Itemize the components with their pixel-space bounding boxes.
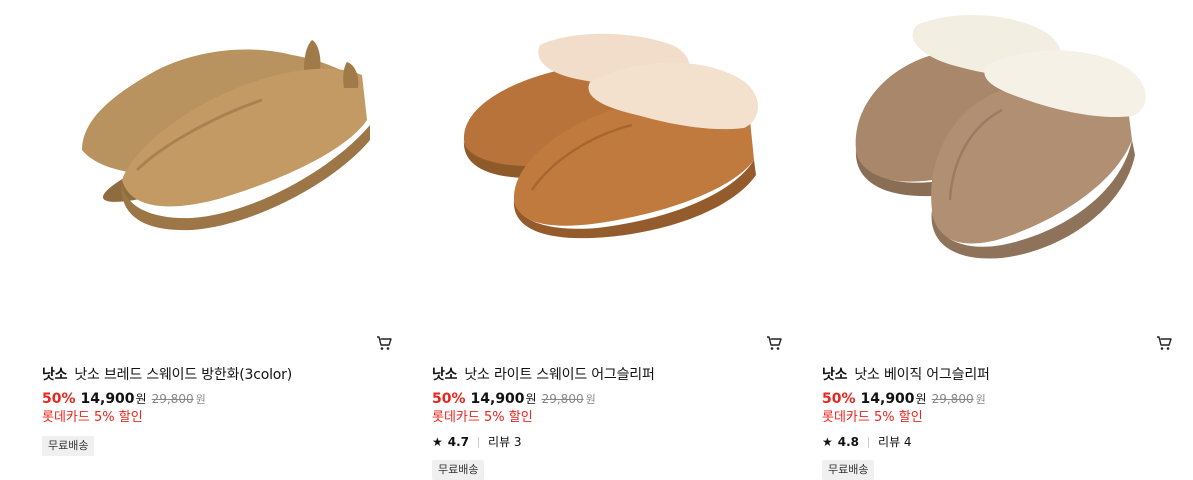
rating-score: 4.7 [447,435,470,449]
star-icon: ★ [432,435,443,449]
fur-slipper-image [855,14,1146,259]
card-discount: 롯데카드 5% 할인 [432,410,533,425]
product-brand: 낫소 [42,367,68,383]
product-image[interactable] [42,0,394,330]
product-info: 낫소 낫소 베이직 어그슬리퍼 50% 14,900원 29,800 원 롯데카드 5%… [822,364,1174,480]
divider [478,436,480,448]
product-name: 낫소 브레드 스웨이드 방한화(3color) [74,367,292,383]
add-to-cart-button[interactable] [1154,333,1174,353]
original-price-unit: 원 [195,393,206,406]
star-icon: ★ [822,435,833,449]
product-title[interactable]: 낫소 낫소 베이직 어그슬리퍼 [822,364,1174,386]
original-price: 29,800 [541,392,584,406]
cart-icon [1157,336,1172,350]
original-price-unit: 원 [975,393,986,406]
price-unit: 원 [915,392,927,406]
add-to-cart-button[interactable] [764,333,784,353]
product-card[interactable]: 낫소 낫소 라이트 스웨이드 어그슬리퍼 50% 14,900원 29,800 원 롯데… [432,0,784,480]
review-count: 리뷰 3 [488,435,522,449]
price-row: 50% 14,900원 29,800 원 [42,388,394,408]
product-name: 낫소 라이트 스웨이드 어그슬리퍼 [464,367,655,383]
price-row: 50% 14,900원 29,800 원 [432,388,784,408]
review-count: 리뷰 4 [878,435,912,449]
free-shipping-badge: 무료배송 [42,436,95,456]
discount-rate: 50% [432,391,466,407]
fur-slipper-image [463,33,758,239]
divider [868,436,870,448]
card-discount: 롯데카드 5% 할인 [822,410,923,425]
review-summary[interactable]: ★ 4.8 리뷰 4 [822,433,1174,451]
add-to-cart-button[interactable] [374,333,394,353]
cart-icon [377,336,392,350]
product-brand: 낫소 [432,367,458,383]
sale-price: 14,900 [860,391,915,407]
product-name: 낫소 베이직 어그슬리퍼 [854,367,990,383]
sale-price: 14,900 [80,391,135,407]
discount-rate: 50% [42,391,76,407]
review-summary[interactable]: ★ 4.7 리뷰 3 [432,433,784,451]
product-card[interactable]: 낫소 낫소 베이직 어그슬리퍼 50% 14,900원 29,800 원 롯데카드 5%… [822,0,1174,480]
rating-score: 4.8 [837,435,860,449]
product-info: 낫소 낫소 브레드 스웨이드 방한화(3color) 50% 14,900원 29,8… [42,364,394,456]
original-price: 29,800 [151,392,194,406]
product-info: 낫소 낫소 라이트 스웨이드 어그슬리퍼 50% 14,900원 29,800 원 롯데… [432,364,784,480]
product-title[interactable]: 낫소 낫소 브레드 스웨이드 방한화(3color) [42,364,394,386]
product-card[interactable]: 낫소 낫소 브레드 스웨이드 방한화(3color) 50% 14,900원 29,8… [42,0,394,477]
product-image[interactable] [432,0,784,330]
original-price-unit: 원 [585,393,596,406]
original-price: 29,800 [931,392,974,406]
price-unit: 원 [135,392,147,406]
product-title[interactable]: 낫소 낫소 라이트 스웨이드 어그슬리퍼 [432,364,784,386]
card-discount: 롯데카드 5% 할인 [42,410,143,425]
product-brand: 낫소 [822,367,848,383]
price-row: 50% 14,900원 29,800 원 [822,388,1174,408]
product-grid: 낫소 낫소 브레드 스웨이드 방한화(3color) 50% 14,900원 29,8… [0,0,1193,480]
product-image[interactable] [822,0,1174,330]
free-shipping-badge: 무료배송 [432,460,485,480]
free-shipping-badge: 무료배송 [822,460,875,480]
slipper-closed-back-image [82,40,371,231]
discount-rate: 50% [822,391,856,407]
sale-price: 14,900 [470,391,525,407]
cart-icon [767,336,782,350]
price-unit: 원 [525,392,537,406]
